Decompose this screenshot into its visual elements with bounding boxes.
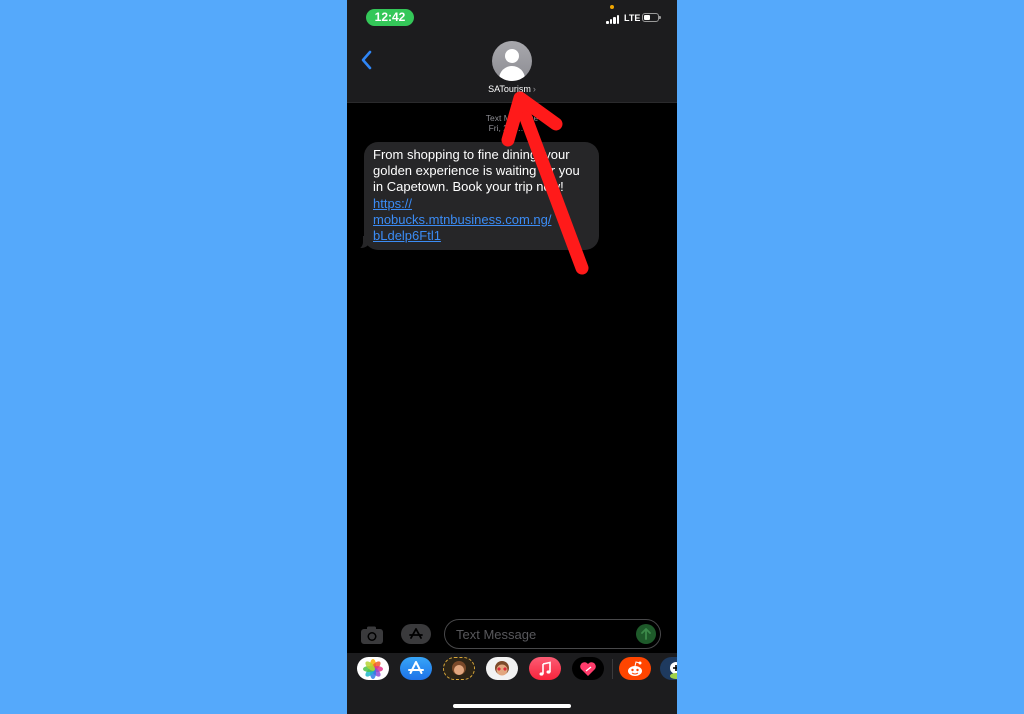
app-store-button[interactable] bbox=[401, 624, 431, 644]
contact-avatar[interactable] bbox=[492, 41, 532, 81]
memoji-stickers-icon bbox=[495, 660, 509, 675]
message-type-label: Text Message bbox=[485, 113, 539, 123]
app-app-store[interactable] bbox=[400, 657, 432, 680]
send-button[interactable] bbox=[636, 624, 656, 644]
contact-name-button[interactable]: SATourism › bbox=[347, 84, 677, 94]
app-other[interactable] bbox=[660, 657, 677, 680]
app-memoji[interactable] bbox=[443, 657, 475, 680]
photos-icon bbox=[363, 658, 383, 679]
contact-name: SATourism bbox=[488, 84, 531, 94]
arrow-up-icon bbox=[641, 628, 651, 640]
app-store-icon bbox=[408, 660, 424, 674]
status-time: 12:42 bbox=[366, 9, 414, 26]
navigation-header: 12:42 LTE SATourism › bbox=[347, 0, 677, 103]
message-text: From shopping to fine dining, your golde… bbox=[373, 147, 580, 195]
person-silhouette-icon bbox=[505, 49, 519, 63]
back-button[interactable] bbox=[357, 48, 377, 72]
app-store-icon bbox=[409, 628, 423, 639]
battery-icon bbox=[642, 13, 661, 22]
message-link-line-2[interactable]: mobucks.mtnbusiness.com.ng/ bbox=[373, 212, 590, 228]
imessage-app-drawer bbox=[347, 653, 677, 714]
app-icon bbox=[670, 661, 677, 679]
message-link-line-3[interactable]: bLdelp6Ftl1 bbox=[373, 228, 590, 244]
message-timestamp: Text Message Fri, 25 … 53 bbox=[347, 113, 677, 133]
memoji-icon bbox=[452, 660, 466, 675]
message-link-line-1[interactable]: https:// bbox=[373, 196, 590, 212]
person-silhouette-body bbox=[499, 66, 525, 81]
chevron-left-icon bbox=[361, 50, 372, 70]
signal-strength-icon bbox=[606, 14, 620, 24]
app-drawer-divider bbox=[612, 659, 613, 679]
app-photos[interactable] bbox=[357, 657, 389, 680]
app-digital-touch[interactable] bbox=[572, 657, 604, 680]
home-indicator[interactable] bbox=[453, 704, 571, 708]
camera-button[interactable] bbox=[360, 625, 384, 645]
app-music[interactable] bbox=[529, 657, 561, 680]
digital-touch-icon bbox=[580, 661, 596, 676]
privacy-indicator-dot bbox=[610, 5, 614, 9]
network-type: LTE bbox=[624, 13, 641, 23]
status-bar: 12:42 LTE bbox=[347, 0, 677, 36]
music-icon bbox=[539, 661, 551, 676]
compose-bar bbox=[347, 618, 677, 652]
chevron-right-icon: › bbox=[532, 84, 536, 94]
reddit-icon bbox=[628, 660, 642, 676]
phone-screen: 12:42 LTE SATourism › Text Message Fri, … bbox=[347, 0, 677, 714]
message-input[interactable] bbox=[444, 619, 661, 649]
camera-icon bbox=[361, 626, 383, 644]
app-memoji-stickers[interactable] bbox=[486, 657, 518, 680]
message-date: Fri, 25 … 53 bbox=[488, 123, 536, 133]
incoming-message-bubble[interactable]: From shopping to fine dining, your golde… bbox=[364, 142, 599, 251]
app-reddit[interactable] bbox=[619, 657, 651, 680]
